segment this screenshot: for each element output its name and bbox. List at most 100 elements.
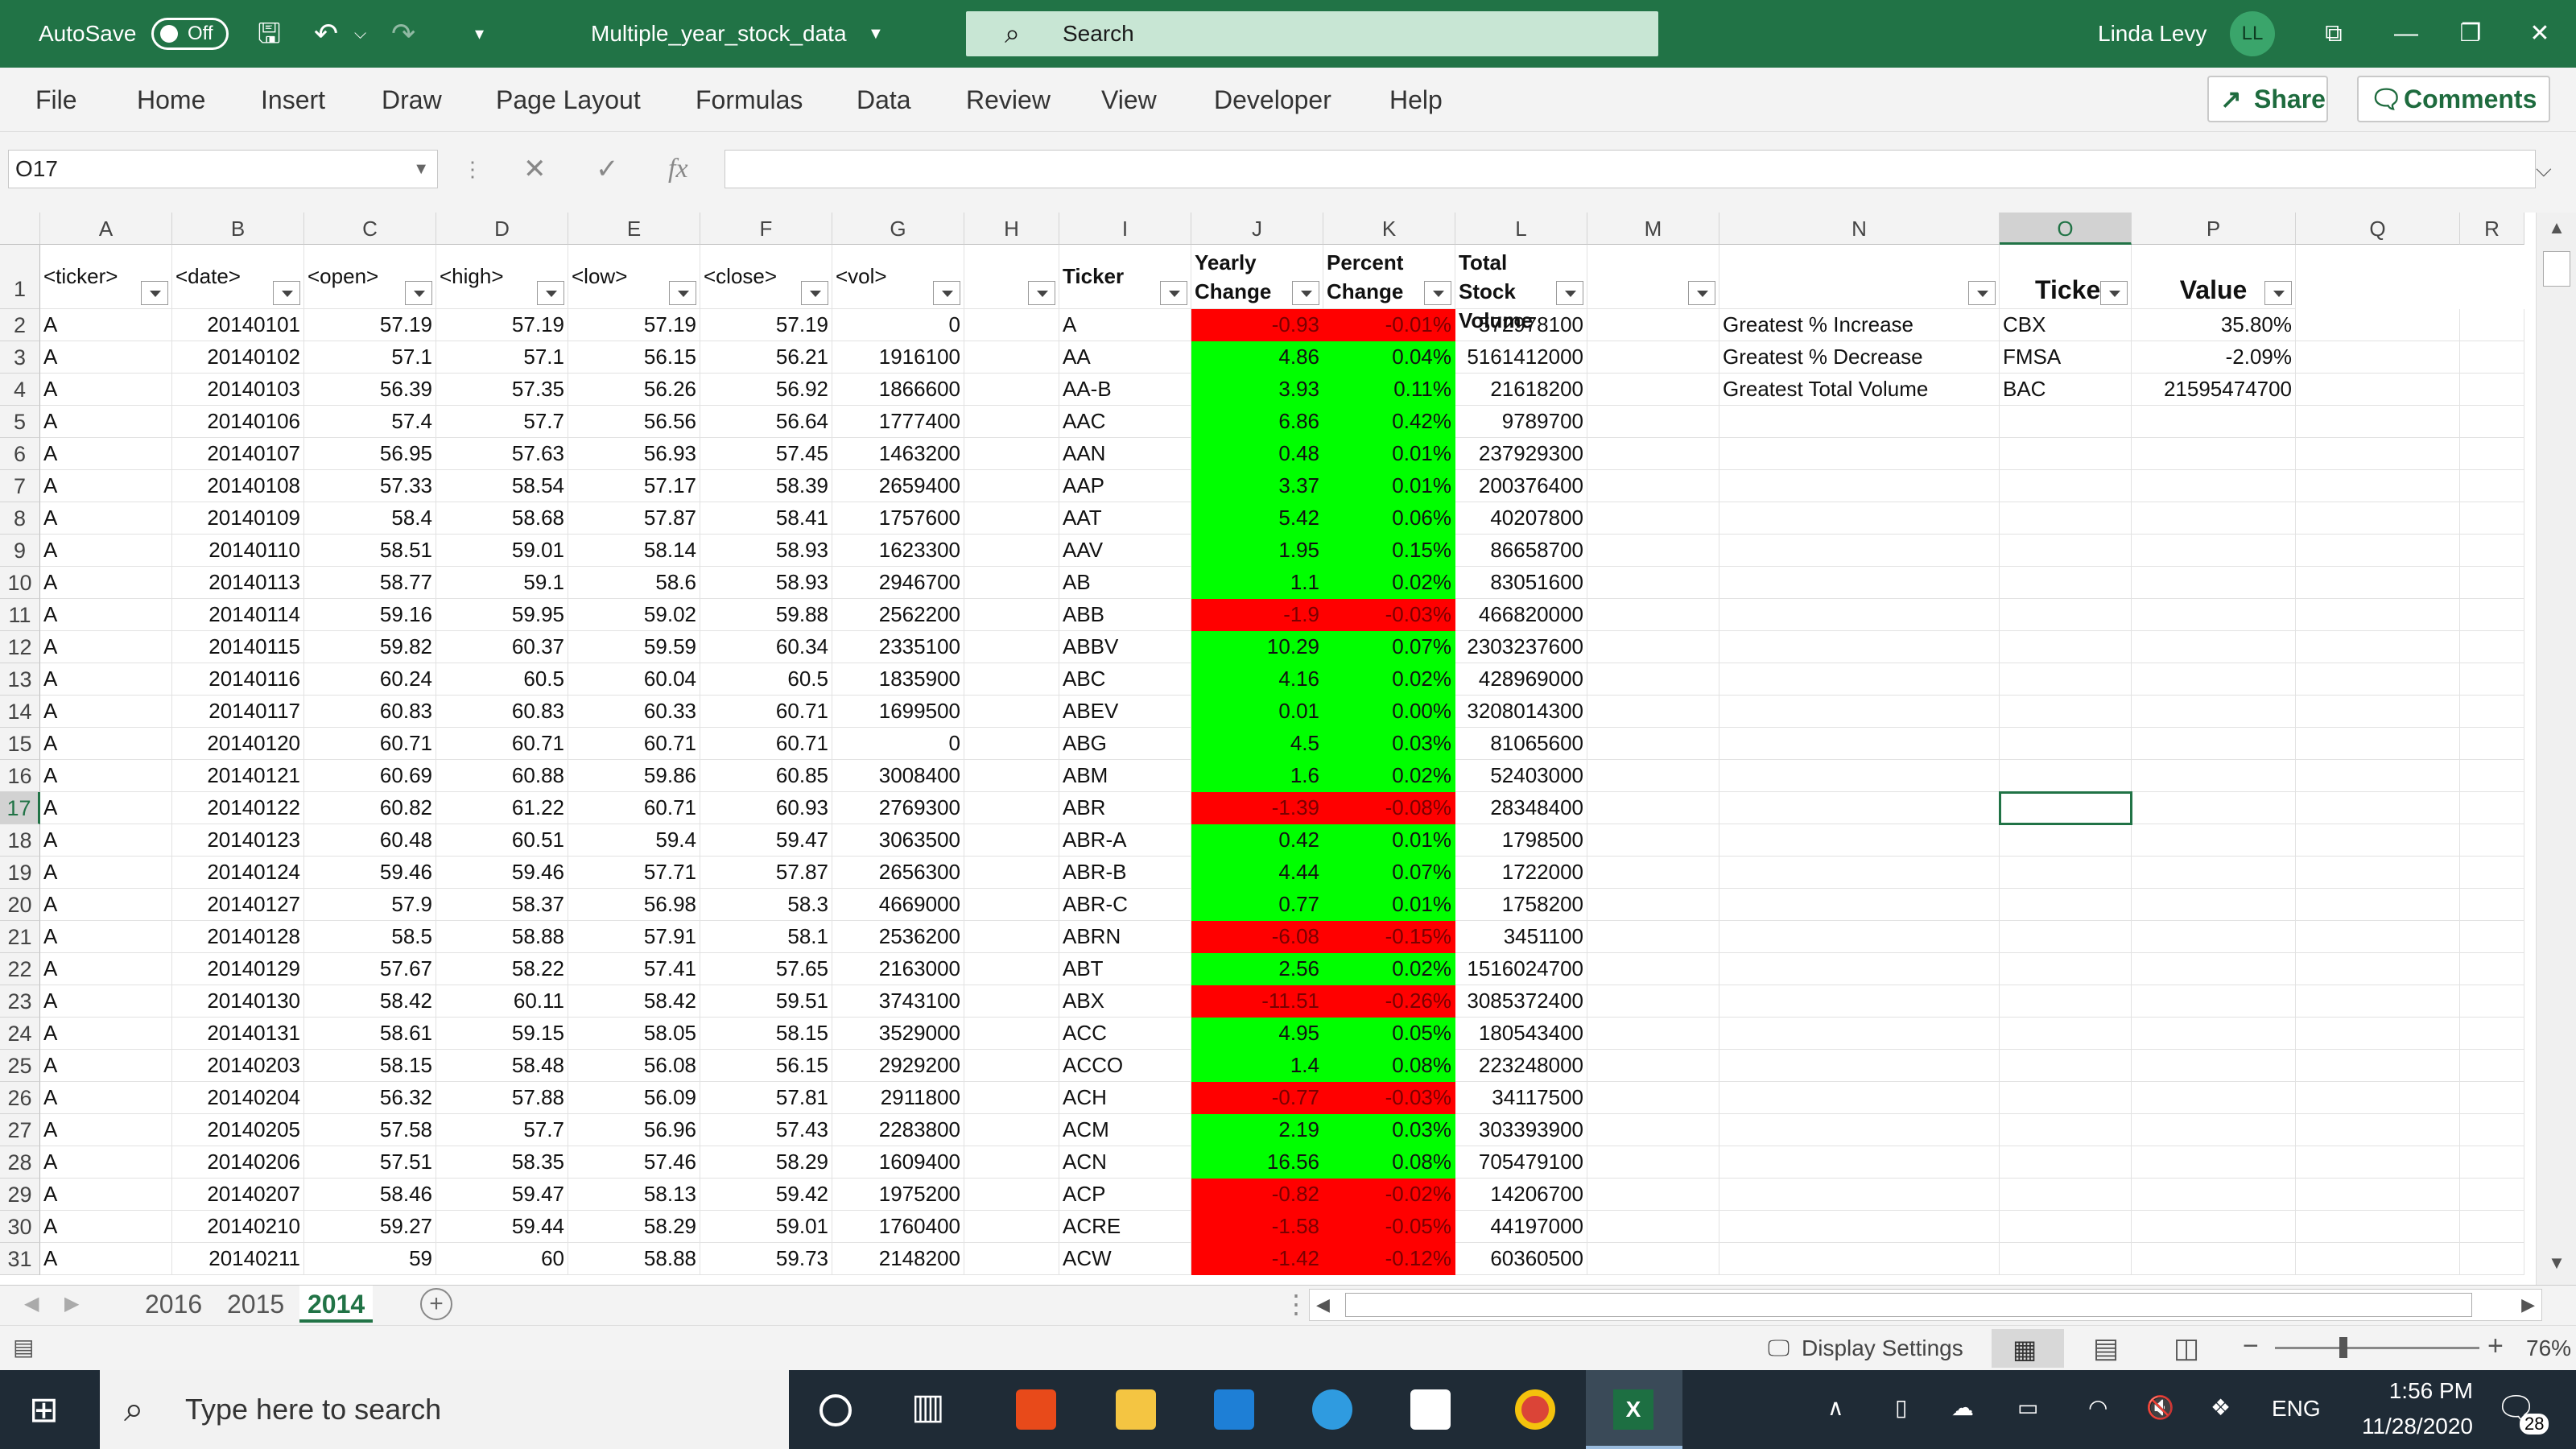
cell-R15[interactable] [2460, 728, 2524, 760]
cell-C31[interactable]: 59 [304, 1243, 436, 1275]
row-header-3[interactable]: 3 [0, 341, 40, 374]
cell-J26[interactable]: -0.77 [1191, 1082, 1323, 1114]
cell-G6[interactable]: 1463200 [832, 438, 964, 470]
cell-L12[interactable]: 2303237600 [1455, 631, 1587, 663]
cell-C5[interactable]: 57.4 [304, 406, 436, 438]
cell-B6[interactable]: 20140107 [172, 438, 304, 470]
cell-N5[interactable] [1719, 406, 2000, 438]
cell-G20[interactable]: 4669000 [832, 889, 964, 921]
cell-H22[interactable] [964, 953, 1059, 985]
cell-O21[interactable] [2000, 921, 2132, 953]
cell-L29[interactable]: 14206700 [1455, 1179, 1587, 1211]
cell-M19[interactable] [1587, 857, 1719, 889]
cell-I5[interactable]: AAC [1059, 406, 1191, 438]
row-header-31[interactable]: 31 [0, 1243, 40, 1275]
cell-F24[interactable]: 58.15 [700, 1018, 832, 1050]
chrome-icon[interactable] [1515, 1389, 1555, 1430]
cell-J31[interactable]: -1.42 [1191, 1243, 1323, 1275]
cell-P16[interactable] [2132, 760, 2296, 792]
cell-H5[interactable] [964, 406, 1059, 438]
filter-dropdown-J[interactable] [1292, 281, 1319, 305]
cell-M13[interactable] [1587, 663, 1719, 696]
prev-sheet-icon[interactable]: ◀ [24, 1286, 39, 1323]
cell-O12[interactable] [2000, 631, 2132, 663]
cell-C6[interactable]: 56.95 [304, 438, 436, 470]
tab-review[interactable]: Review [966, 68, 1051, 132]
row-header-16[interactable]: 16 [0, 760, 40, 792]
cell-L8[interactable]: 40207800 [1455, 502, 1587, 535]
cell-R3[interactable] [2460, 341, 2524, 374]
cell-J3[interactable]: 4.86 [1191, 341, 1323, 374]
cell-F18[interactable]: 59.47 [700, 824, 832, 857]
cell-K15[interactable]: 0.03% [1323, 728, 1455, 760]
cell-Q3[interactable] [2296, 341, 2460, 374]
cell-B21[interactable]: 20140128 [172, 921, 304, 953]
cell-D23[interactable]: 60.11 [436, 985, 568, 1018]
cell-P5[interactable] [2132, 406, 2296, 438]
cell-O13[interactable] [2000, 663, 2132, 696]
cell-A14[interactable]: A [40, 696, 172, 728]
cell-N9[interactable] [1719, 535, 2000, 567]
header-cell-M[interactable] [1587, 245, 1719, 309]
document-title[interactable]: Multiple_year_stock_data [591, 0, 847, 68]
tab-file[interactable]: File [35, 68, 77, 132]
cell-B27[interactable]: 20140205 [172, 1114, 304, 1146]
cell-C18[interactable]: 60.48 [304, 824, 436, 857]
cell-L21[interactable]: 3451100 [1455, 921, 1587, 953]
cell-E31[interactable]: 58.88 [568, 1243, 700, 1275]
cell-R6[interactable] [2460, 438, 2524, 470]
column-header-J[interactable]: J [1191, 213, 1323, 245]
cell-G3[interactable]: 1916100 [832, 341, 964, 374]
cell-R23[interactable] [2460, 985, 2524, 1018]
tablet-icon[interactable]: ▯ [1895, 1394, 1907, 1421]
cell-C12[interactable]: 59.82 [304, 631, 436, 663]
cell-R19[interactable] [2460, 857, 2524, 889]
cell-I29[interactable]: ACP [1059, 1179, 1191, 1211]
summary-O3[interactable]: FMSA [2000, 341, 2132, 374]
tab-home[interactable]: Home [137, 68, 205, 132]
cell-L31[interactable]: 60360500 [1455, 1243, 1587, 1275]
cell-H30[interactable] [964, 1211, 1059, 1243]
cell-C25[interactable]: 58.15 [304, 1050, 436, 1082]
expand-formula-icon[interactable]: ⌵ [2536, 150, 2552, 188]
cell-D13[interactable]: 60.5 [436, 663, 568, 696]
row-header-26[interactable]: 26 [0, 1082, 40, 1114]
cell-A15[interactable]: A [40, 728, 172, 760]
horizontal-scrollbar[interactable]: ◀ ▶ [1309, 1289, 2542, 1321]
cell-A21[interactable]: A [40, 921, 172, 953]
cell-Q26[interactable] [2296, 1082, 2460, 1114]
header-cell-L[interactable]: Total Stock Volume [1455, 245, 1587, 332]
cell-G22[interactable]: 2163000 [832, 953, 964, 985]
cell-J14[interactable]: 0.01 [1191, 696, 1323, 728]
row-header-8[interactable]: 8 [0, 502, 40, 535]
filter-dropdown-O[interactable] [2100, 281, 2128, 305]
tab-data[interactable]: Data [857, 68, 911, 132]
cell-Q9[interactable] [2296, 535, 2460, 567]
cell-L7[interactable]: 200376400 [1455, 470, 1587, 502]
cell-E21[interactable]: 57.91 [568, 921, 700, 953]
cell-G25[interactable]: 2929200 [832, 1050, 964, 1082]
cell-N29[interactable] [1719, 1179, 2000, 1211]
cell-I13[interactable]: ABC [1059, 663, 1191, 696]
column-header-N[interactable]: N [1719, 213, 2000, 245]
cell-J17[interactable]: -1.39 [1191, 792, 1323, 824]
cell-J15[interactable]: 4.5 [1191, 728, 1323, 760]
zoom-level[interactable]: 76% [2526, 1335, 2571, 1361]
sheet-tab-2014[interactable]: 2014 [299, 1286, 374, 1323]
cell-P13[interactable] [2132, 663, 2296, 696]
cell-C13[interactable]: 60.24 [304, 663, 436, 696]
cell-M22[interactable] [1587, 953, 1719, 985]
cell-I8[interactable]: AAT [1059, 502, 1191, 535]
cell-M23[interactable] [1587, 985, 1719, 1018]
cell-Q15[interactable] [2296, 728, 2460, 760]
more-icon[interactable]: ⋮ [462, 150, 483, 188]
cell-E17[interactable]: 60.71 [568, 792, 700, 824]
cell-E2[interactable]: 57.19 [568, 309, 700, 341]
cell-D9[interactable]: 59.01 [436, 535, 568, 567]
cell-J6[interactable]: 0.48 [1191, 438, 1323, 470]
cell-L20[interactable]: 1758200 [1455, 889, 1587, 921]
cell-J21[interactable]: -6.08 [1191, 921, 1323, 953]
cell-N25[interactable] [1719, 1050, 2000, 1082]
customize-qat-icon[interactable]: ▾ [475, 0, 484, 68]
tab-insert[interactable]: Insert [261, 68, 325, 132]
